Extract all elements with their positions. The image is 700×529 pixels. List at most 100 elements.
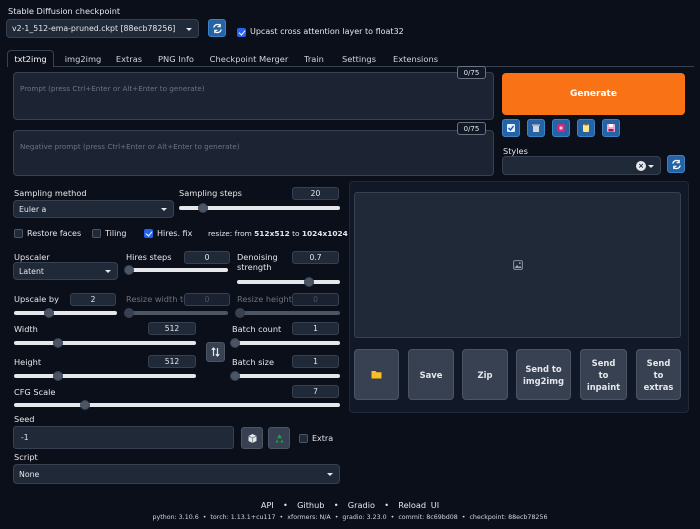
random-seed-button[interactable] — [241, 427, 263, 449]
batch-size-input[interactable]: 1 — [292, 355, 339, 368]
tab-settings[interactable]: Settings — [336, 50, 382, 67]
width-input[interactable]: 512 — [148, 322, 196, 335]
upscale-by-label: Upscale by — [14, 294, 59, 304]
save-button[interactable]: Save — [408, 349, 454, 400]
upscale-by-slider[interactable] — [14, 308, 117, 318]
slider-handle[interactable] — [44, 308, 54, 318]
reuse-seed-button[interactable] — [268, 427, 290, 449]
resize-info: resize: from 512x512 to 1024x1024 — [208, 229, 348, 238]
tab-checkpoint-merger[interactable]: Checkpoint Merger — [205, 50, 293, 67]
hires-fix-checkbox[interactable] — [144, 229, 153, 238]
tab-extras[interactable]: Extras — [110, 50, 148, 67]
sampling-steps-label: Sampling steps — [179, 188, 242, 198]
slider-handle[interactable] — [80, 400, 90, 410]
clear-prompt-button[interactable] — [527, 119, 545, 137]
prompt-input[interactable]: Prompt (press Ctrl+Enter or Alt+Enter to… — [13, 72, 494, 120]
image-placeholder-icon — [512, 260, 523, 270]
styles-label: Styles — [503, 146, 528, 156]
swap-dimensions-button[interactable] — [206, 342, 225, 362]
slider-handle[interactable] — [304, 277, 314, 287]
checkpoint-select[interactable]: v2-1_512-ema-pruned.ckpt [88ecb78256] — [6, 19, 199, 38]
tab-train[interactable]: Train — [297, 50, 331, 67]
resize-height-slider[interactable] — [235, 308, 340, 318]
upscale-by-input[interactable]: 2 — [70, 293, 116, 306]
restore-faces-label: Restore faces — [27, 229, 82, 238]
denoising-strength-slider[interactable] — [237, 277, 340, 287]
width-slider[interactable] — [14, 338, 196, 348]
upcast-label: Upcast cross attention layer to float32 — [250, 27, 404, 36]
image-output[interactable] — [354, 192, 681, 338]
chevron-down-icon — [186, 27, 192, 31]
slider-handle[interactable] — [230, 371, 240, 381]
slider-handle[interactable] — [124, 308, 134, 318]
tab-txt2img[interactable]: txt2img — [7, 50, 54, 67]
save-style-button[interactable] — [602, 119, 620, 137]
tab-img2img[interactable]: img2img — [60, 50, 106, 67]
tiling-checkbox[interactable] — [92, 229, 101, 238]
sampling-steps-slider[interactable] — [179, 203, 340, 213]
clear-icon[interactable]: × — [636, 161, 646, 171]
upcast-checkbox[interactable] — [237, 28, 246, 37]
floppy-disk-icon — [607, 124, 615, 132]
batch-count-slider[interactable] — [230, 338, 340, 348]
upscaler-select[interactable]: Latent — [13, 262, 118, 280]
cfg-scale-input[interactable]: 7 — [292, 385, 339, 398]
slider-handle[interactable] — [124, 265, 134, 275]
clipboard-icon — [583, 123, 589, 132]
seed-label: Seed — [14, 414, 35, 424]
extra-networks-button[interactable] — [552, 119, 570, 137]
send-to-extras-button[interactable]: Send to extras — [636, 349, 681, 400]
batch-size-slider[interactable] — [230, 371, 340, 381]
tab-png-info[interactable]: PNG Info — [153, 50, 199, 67]
cards-icon — [557, 124, 565, 132]
hires-steps-slider[interactable] — [124, 265, 228, 275]
sampling-steps-input[interactable]: 20 — [292, 187, 339, 200]
slider-handle[interactable] — [53, 371, 63, 381]
github-link[interactable]: Github — [297, 500, 324, 510]
chevron-down-icon — [648, 164, 654, 168]
reload-ui-link[interactable]: Reload UI — [398, 500, 439, 510]
restore-faces-checkbox[interactable] — [14, 229, 23, 238]
slider-handle[interactable] — [235, 308, 245, 318]
seed-input[interactable]: -1 — [13, 426, 234, 449]
hires-fix-label: Hires. fix — [157, 229, 193, 238]
resize-width-label: Resize width to — [126, 294, 189, 304]
cfg-scale-slider[interactable] — [14, 400, 340, 410]
hires-steps-input[interactable]: 0 — [184, 251, 230, 264]
generate-button[interactable]: Generate — [502, 73, 685, 115]
refresh-checkpoint-button[interactable] — [208, 19, 226, 37]
negative-prompt-input[interactable]: Negative prompt (press Ctrl+Enter or Alt… — [13, 130, 494, 176]
hires-steps-label: Hires steps — [126, 252, 172, 262]
gradio-link[interactable]: Gradio — [348, 500, 375, 510]
zip-button[interactable]: Zip — [462, 349, 508, 400]
slider-handle[interactable] — [53, 338, 63, 348]
resize-height-input[interactable]: 0 — [292, 293, 339, 306]
height-input[interactable]: 512 — [148, 355, 196, 368]
sampling-method-select[interactable]: Euler a — [13, 200, 174, 218]
dice-icon — [247, 433, 257, 443]
chevron-down-icon — [161, 208, 167, 211]
slider-handle[interactable] — [198, 203, 208, 213]
height-slider[interactable] — [14, 371, 196, 381]
batch-count-input[interactable]: 1 — [292, 322, 339, 335]
checkpoint-value: v2-1_512-ema-pruned.ckpt [88ecb78256] — [12, 24, 176, 33]
check-icon — [507, 124, 515, 132]
separator: • — [384, 500, 390, 510]
denoising-strength-input[interactable]: 0.7 — [292, 251, 339, 264]
slider-handle[interactable] — [230, 338, 240, 348]
resize-width-input[interactable]: 0 — [184, 293, 230, 306]
read-params-button[interactable] — [502, 119, 520, 137]
separator: • — [283, 500, 288, 510]
styles-select[interactable]: × — [502, 156, 661, 175]
apply-style-button[interactable] — [577, 119, 595, 137]
send-to-img2img-button[interactable]: Send to img2img — [516, 349, 571, 400]
script-select[interactable]: None — [13, 464, 340, 484]
send-to-inpaint-button[interactable]: Send to inpaint — [580, 349, 627, 400]
api-link[interactable]: API — [261, 500, 274, 510]
resize-width-slider[interactable] — [124, 308, 228, 318]
open-folder-button[interactable] — [354, 349, 399, 400]
refresh-styles-button[interactable] — [667, 155, 685, 173]
extra-seed-checkbox[interactable] — [299, 434, 308, 443]
tab-extensions[interactable]: Extensions — [387, 50, 444, 67]
webui-root: { "header": { "checkpoint_label": "Stabl… — [0, 0, 700, 529]
